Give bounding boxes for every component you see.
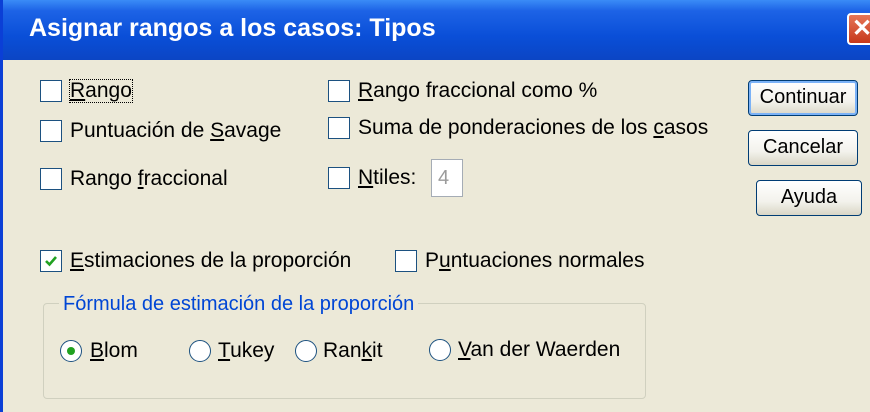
checkbox-puntuaciones-normales[interactable] — [395, 250, 417, 272]
continuar-button[interactable]: Continuar — [748, 80, 858, 116]
window-title: Asignar rangos a los casos: Tipos — [29, 14, 436, 42]
checkbox-rango-fraccional-pct-label[interactable]: Rango fraccional como % — [358, 80, 597, 102]
checkbox-savage-label[interactable]: Puntuación de Savage — [70, 120, 281, 142]
checkbox-rango[interactable] — [40, 80, 62, 102]
checkbox-rango-fraccional-label[interactable]: Rango fraccional — [70, 168, 228, 190]
radio-tukey[interactable] — [189, 340, 211, 362]
checkbox-suma-ponderaciones[interactable] — [328, 117, 350, 139]
radio-tukey-label[interactable]: Tukey — [218, 340, 274, 362]
checkbox-ntiles[interactable] — [328, 167, 350, 189]
group-legend: Fórmula de estimación de la proporción — [59, 293, 419, 315]
ntiles-input[interactable]: 4 — [431, 159, 463, 197]
cancelar-button[interactable]: Cancelar — [748, 130, 858, 166]
dialog-window: Asignar rangos a los casos: Tipos ✕ Rang… — [0, 0, 870, 412]
radio-van-der-waerden[interactable] — [429, 339, 451, 361]
checkbox-savage[interactable] — [40, 120, 62, 142]
radio-rankit-label[interactable]: Rankit — [323, 340, 383, 362]
checkbox-puntuaciones-normales-label[interactable]: Puntuaciones normales — [425, 250, 644, 272]
close-button[interactable]: ✕ — [847, 13, 870, 45]
radio-blom-label[interactable]: Blom — [90, 340, 138, 362]
checkmark-icon — [45, 256, 57, 267]
checkbox-estimaciones-label[interactable]: Estimaciones de la proporción — [70, 250, 351, 272]
checkbox-rango-fraccional-pct[interactable] — [328, 80, 350, 102]
checkbox-estimaciones[interactable] — [40, 250, 62, 272]
radio-blom[interactable] — [60, 340, 82, 362]
radio-van-der-waerden-label[interactable]: Van der Waerden — [458, 339, 620, 361]
radio-selected-dot — [67, 347, 75, 355]
checkbox-suma-ponderaciones-label[interactable]: Suma de ponderaciones de los casos — [358, 117, 708, 139]
checkbox-rango-fraccional[interactable] — [40, 168, 62, 190]
radio-rankit[interactable] — [295, 340, 317, 362]
title-bar[interactable]: Asignar rangos a los casos: Tipos ✕ — [3, 0, 870, 60]
checkbox-rango-label[interactable]: Rango — [69, 79, 133, 103]
dialog-content: Rango Puntuación de Savage Rango fraccio… — [3, 60, 870, 412]
checkbox-ntiles-label[interactable]: Ntiles: — [358, 167, 416, 189]
ayuda-button[interactable]: Ayuda — [756, 180, 862, 216]
close-icon: ✕ — [851, 15, 870, 42]
